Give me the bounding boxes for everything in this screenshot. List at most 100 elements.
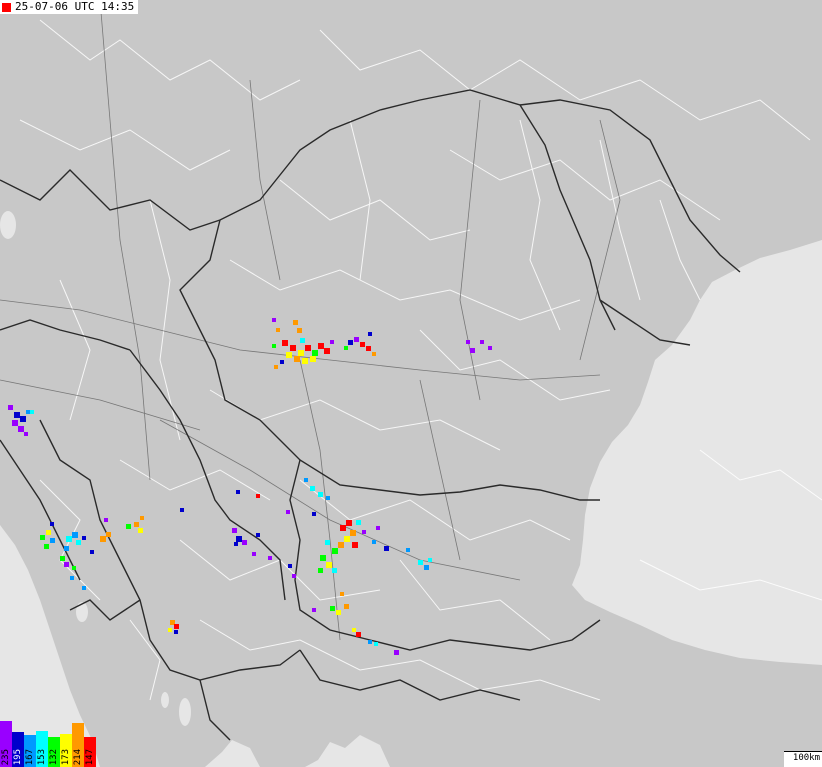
- lightning-strike: [104, 518, 108, 522]
- lightning-strike: [470, 348, 475, 353]
- lightning-strike: [76, 540, 81, 545]
- lightning-strike: [324, 348, 330, 354]
- lightning-strike: [312, 512, 316, 516]
- lake: [161, 692, 169, 708]
- legend-label: 195: [13, 748, 23, 765]
- lightning-strike: [282, 340, 288, 346]
- lightning-strike: [234, 542, 238, 546]
- legend-bar: 235: [0, 721, 12, 767]
- lightning-strike: [12, 420, 18, 426]
- lightning-strike: [236, 490, 240, 494]
- legend-label: 147: [85, 748, 95, 765]
- lightning-strike: [290, 345, 296, 351]
- lightning-strike: [286, 352, 292, 358]
- lightning-strike: [256, 533, 260, 537]
- lightning-strike: [252, 552, 256, 556]
- lightning-strike: [293, 320, 298, 325]
- lightning-strike: [352, 628, 356, 632]
- lightning-strike: [356, 632, 361, 637]
- lightning-strike: [14, 412, 20, 418]
- lightning-strike: [362, 530, 366, 534]
- lightning-strike: [82, 586, 86, 590]
- lightning-strike: [8, 405, 13, 410]
- lightning-strike: [126, 524, 131, 529]
- lightning-strike: [384, 546, 389, 551]
- lightning-strike: [286, 510, 290, 514]
- legend-label: 132: [49, 748, 59, 765]
- lightning-strike: [466, 340, 470, 344]
- lightning-strike: [302, 358, 308, 364]
- lightning-strike: [268, 556, 272, 560]
- lightning-strike: [256, 494, 260, 498]
- lightning-strike: [352, 542, 358, 548]
- lightning-strike: [372, 352, 376, 356]
- lightning-strike: [330, 606, 335, 611]
- lightning-strike: [174, 624, 179, 629]
- timestamp-marker-icon: [2, 2, 11, 12]
- lightning-strike: [330, 340, 334, 344]
- lightning-map[interactable]: 25-07-06 UTC 14:35 235 195 167 153 132 1…: [0, 0, 822, 767]
- lightning-strike: [312, 350, 318, 356]
- lightning-strike: [66, 536, 72, 542]
- lightning-strike: [332, 568, 337, 573]
- lightning-strike: [30, 410, 34, 414]
- legend-bar: 153: [36, 731, 48, 767]
- lightning-strike: [90, 550, 94, 554]
- lightning-strike: [340, 592, 344, 596]
- lightning-strike: [406, 548, 410, 552]
- lightning-strike: [18, 426, 24, 432]
- lightning-strike: [480, 340, 484, 344]
- lightning-strike: [138, 528, 143, 533]
- legend-bar: 167: [24, 735, 36, 767]
- lightning-strike: [276, 328, 280, 332]
- lightning-strike: [350, 530, 356, 536]
- scale-bar: 100km: [784, 751, 822, 767]
- lake: [0, 211, 16, 239]
- legend-bar: 132: [48, 737, 60, 767]
- legend-label: 214: [73, 748, 83, 765]
- lightning-strike: [300, 338, 305, 343]
- lightning-strike: [106, 532, 111, 537]
- lightning-strike: [272, 318, 276, 322]
- lightning-strike: [348, 340, 353, 345]
- lightning-strike: [140, 516, 144, 520]
- lightning-strike: [368, 332, 372, 336]
- lightning-strike: [50, 522, 54, 526]
- lightning-strike: [304, 478, 308, 482]
- lightning-strike: [64, 562, 69, 567]
- lightning-strike: [354, 337, 359, 342]
- timestamp-label: 25-07-06 UTC 14:35: [0, 0, 139, 14]
- lightning-strike: [374, 642, 378, 646]
- lightning-strike: [288, 564, 292, 568]
- lightning-strike: [326, 562, 332, 568]
- lightning-strike: [332, 548, 338, 554]
- lightning-strike: [60, 556, 65, 561]
- timestamp-text: 25-07-06 UTC 14:35: [15, 0, 135, 13]
- legend-label: 153: [37, 748, 47, 765]
- lightning-strike: [280, 360, 284, 364]
- lightning-strike: [368, 640, 372, 644]
- lightning-strike: [305, 345, 311, 351]
- lightning-strike: [236, 536, 242, 542]
- lightning-strike: [325, 540, 330, 545]
- lightning-strike: [326, 496, 330, 500]
- legend-label: 235: [1, 748, 11, 765]
- lightning-strike: [274, 365, 278, 369]
- lightning-strike: [346, 520, 352, 526]
- lightning-strike: [50, 538, 55, 543]
- lightning-strike: [180, 508, 184, 512]
- lightning-strike: [82, 536, 86, 540]
- lightning-strike: [297, 328, 302, 333]
- lightning-strike: [372, 540, 376, 544]
- lightning-strike: [360, 342, 365, 347]
- lake: [179, 698, 191, 726]
- scale-label: 100km: [792, 753, 820, 763]
- legend-label: 173: [61, 748, 71, 765]
- lightning-strike: [310, 486, 315, 491]
- lightning-strike: [72, 532, 78, 538]
- lightning-strike: [320, 555, 326, 561]
- legend-bar: 195: [12, 732, 24, 767]
- lightning-strike: [24, 432, 28, 436]
- lightning-strike: [310, 356, 316, 362]
- lightning-strike: [100, 536, 106, 542]
